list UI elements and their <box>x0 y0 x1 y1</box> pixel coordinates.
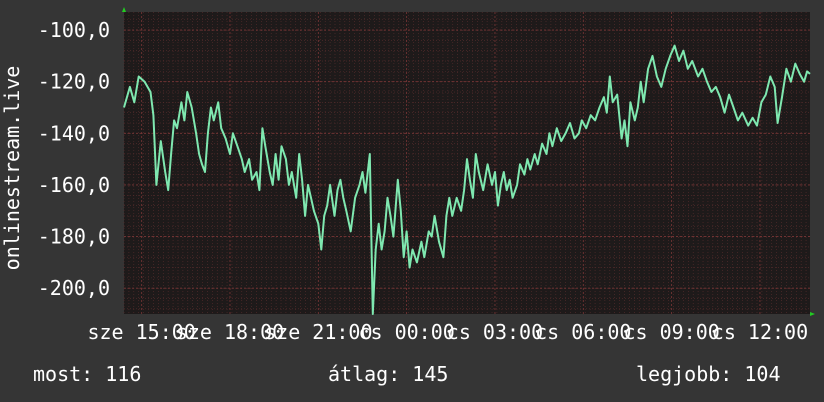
x-tick-label: cs 09:00 <box>623 320 719 344</box>
stat-current: most: 116 <box>33 362 141 386</box>
stat-average: átlag: 145 <box>328 362 448 386</box>
y-tick-label: -200,0 <box>38 276 110 300</box>
stat-current-value: 116 <box>105 362 142 386</box>
stat-average-value: 145 <box>412 362 449 386</box>
y-tick-labels: -100,0 -120,0 -140,0 -160,0 -180,0 -200,0 <box>38 18 110 300</box>
y-tick-label: -140,0 <box>38 121 110 145</box>
x-tick-label: cs 03:00 <box>447 320 543 344</box>
x-tick-label: cs 12:00 <box>712 320 808 344</box>
stat-best-label: legjobb: <box>636 362 733 386</box>
y-axis-arrow <box>122 7 126 12</box>
y-axis-label: onlinestream.live <box>0 66 24 271</box>
signal-chart: -100,0 -120,0 -140,0 -160,0 -180,0 -200,0 sze… <box>0 7 815 344</box>
x-tick-label: cs 00:00 <box>358 320 454 344</box>
y-tick-label: -180,0 <box>38 225 110 249</box>
x-tick-label: cs 06:00 <box>535 320 631 344</box>
stat-best-value: 104 <box>744 362 781 386</box>
y-tick-label: -160,0 <box>38 173 110 197</box>
x-tick-label: sze 21:00 <box>264 320 372 344</box>
y-tick-label: -120,0 <box>38 70 110 94</box>
x-tick-labels: sze 15:00sze 18:00sze 21:00cs 00:00cs 03… <box>87 320 808 344</box>
stat-average-label: átlag: <box>328 362 401 386</box>
stat-best: legjobb: 104 <box>636 362 781 386</box>
y-tick-label: -100,0 <box>38 18 110 42</box>
x-axis-arrow <box>810 312 815 316</box>
chart-container: -100,0 -120,0 -140,0 -160,0 -180,0 -200,0 sze… <box>0 0 824 402</box>
stat-current-label: most: <box>33 362 94 386</box>
